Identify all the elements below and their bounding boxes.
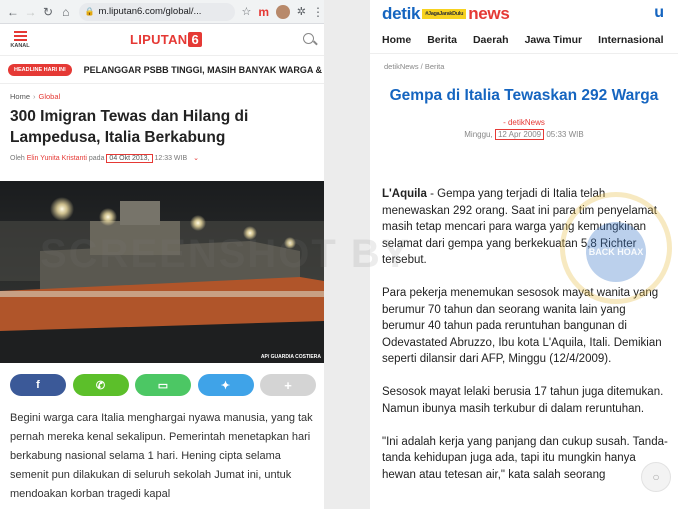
avatar[interactable]: [276, 4, 290, 19]
nav-berita[interactable]: Berita: [427, 34, 457, 46]
photo-credit: AP/ GUARDIA COSTIERA: [260, 354, 321, 360]
detik-header: detik #JagaJarakDulu news u: [370, 0, 678, 27]
url-text: m.liputan6.com/global/...: [98, 6, 202, 17]
menu-label: KANAL: [10, 43, 30, 49]
article-title: Gempa di Italia Tewaskan 292 Warga: [389, 87, 659, 104]
star-icon[interactable]: ☆: [242, 5, 252, 18]
breadcrumb: Home › Global: [10, 92, 61, 101]
site-header: KANAL LIPUTAN 6: [0, 24, 328, 56]
breadcrumb[interactable]: detikNews / Berita: [370, 54, 678, 71]
detik-logo[interactable]: detik #JagaJarakDulu news: [382, 4, 510, 24]
paragraph: Sesosok mayat lelaki berusia 17 tahun ju…: [382, 386, 664, 415]
author-link[interactable]: Elin Yunita Kristanti: [27, 155, 87, 162]
twitter-share-button[interactable]: ✦: [197, 374, 254, 396]
screenshot-watermark: SCREENSHOT BY: [40, 232, 411, 276]
circle-icon: ○: [652, 470, 660, 484]
publish-time: 05:33 WIB: [546, 130, 584, 139]
detik-nav: Home Berita Daerah Jawa Timur Internasio…: [370, 27, 678, 54]
twitter-icon: ✦: [220, 379, 231, 392]
headline-badge: HEADLINE HARI INI: [8, 63, 72, 76]
home-icon[interactable]: ⌂: [57, 5, 75, 19]
facebook-share-button[interactable]: f: [10, 374, 66, 396]
publish-time: 12:33 WIB: [154, 155, 188, 162]
hamburger-icon: [13, 31, 27, 33]
article-title: 300 Imigran Tewas dan Hilang di Lampedus…: [10, 108, 249, 146]
article-byline: Oleh Elin Yunita Kristanti pada 04 Okt 2…: [10, 154, 199, 163]
article-body: Begini warga cara Italia menghargai nyaw…: [10, 412, 313, 500]
nav-home[interactable]: Home: [382, 34, 411, 46]
puzzle-icon[interactable]: ✲: [297, 5, 306, 18]
browser-toolbar: ← → ↻ ⌂ 🔒 m.liputan6.com/global/... ☆ m …: [0, 0, 328, 24]
share-bar: f ✆ ▭ ✦ +: [10, 374, 316, 396]
whatsapp-icon: ✆: [95, 379, 106, 392]
liputan6-logo[interactable]: LIPUTAN 6: [30, 32, 302, 47]
nav-internasional[interactable]: Internasional: [598, 34, 663, 46]
scroll-top-button[interactable]: ○: [641, 462, 671, 492]
whatsapp-share-button[interactable]: ✆: [72, 374, 129, 396]
ticker-text[interactable]: PELANGGAR PSBB TINGGI, MASIH BANYAK WARG…: [84, 65, 322, 75]
search-icon[interactable]: [302, 32, 318, 48]
paragraph: "Ini adalah kerja yang panjang dan cukup…: [382, 435, 668, 481]
breadcrumb-home[interactable]: Home: [10, 92, 30, 101]
user-icon[interactable]: u: [654, 4, 664, 22]
article-source: - detikNews: [503, 118, 545, 127]
publish-date: 12 Apr 2009: [494, 129, 545, 140]
screenshot-collage: ← → ↻ ⌂ 🔒 m.liputan6.com/global/... ☆ m …: [0, 0, 678, 509]
breadcrumb-global[interactable]: Global: [39, 92, 61, 101]
reload-icon[interactable]: ↻: [39, 5, 57, 19]
arrow-right-icon[interactable]: →: [22, 5, 40, 19]
line-icon: ▭: [157, 379, 169, 392]
extension-m-icon[interactable]: m: [258, 5, 269, 19]
publish-date: 04 Okt 2013,: [106, 154, 153, 163]
nav-jawa-timur[interactable]: Jawa Timur: [525, 34, 583, 46]
article-date: Minggu, 12 Apr 2009 05:33 WIB: [464, 129, 584, 140]
back-hoax-seal: BACK HOAX: [586, 222, 646, 282]
chevron-down-icon[interactable]: ⌄: [193, 155, 199, 162]
lock-icon: 🔒: [84, 7, 95, 16]
plus-icon: +: [284, 377, 292, 393]
more-share-button[interactable]: +: [260, 374, 316, 396]
facebook-icon: f: [36, 379, 40, 391]
menu-button[interactable]: KANAL: [10, 30, 30, 49]
headline-ticker: HEADLINE HARI INI PELANGGAR PSBB TINGGI,…: [0, 56, 328, 84]
nav-daerah[interactable]: Daerah: [473, 34, 509, 46]
more-menu-icon[interactable]: ⋮: [312, 5, 324, 19]
line-share-button[interactable]: ▭: [135, 374, 191, 396]
arrow-left-icon[interactable]: ←: [4, 5, 22, 19]
address-bar[interactable]: 🔒 m.liputan6.com/global/...: [78, 2, 235, 21]
